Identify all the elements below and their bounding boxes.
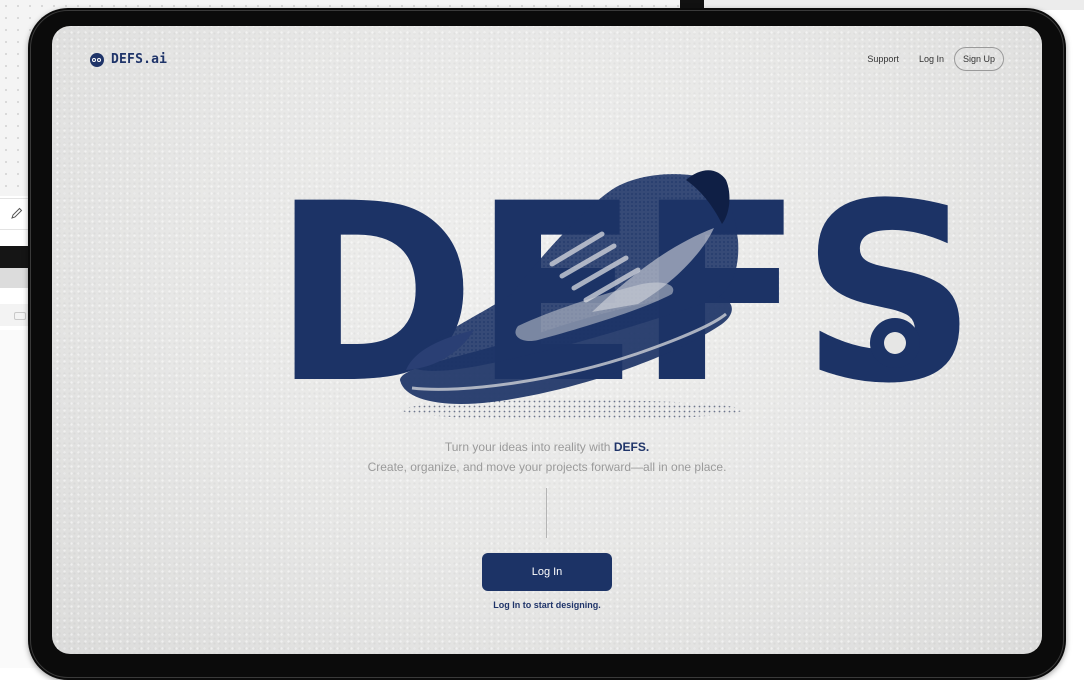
hero-wordmark-dot (870, 318, 920, 368)
brand-logo[interactable]: DEFS.ai (90, 52, 167, 67)
background-dark-tab (680, 0, 704, 8)
hero-subline: Create, organize, and move your projects… (367, 460, 727, 474)
vertical-divider (546, 488, 547, 538)
nav-login-link[interactable]: Log In (919, 54, 944, 64)
landing-page-screen: DEFS.ai Support Log In Sign Up DEFS (52, 26, 1042, 654)
logo-icon (90, 52, 104, 67)
hero-tagline: Turn your ideas into reality with DEFS. (52, 440, 1042, 454)
tagline-brand: DEFS. (613, 440, 650, 454)
nav-support-link[interactable]: Support (867, 54, 899, 64)
top-nav: Support Log In Sign Up (867, 47, 1004, 71)
tagline-text: Turn your ideas into reality with (444, 440, 614, 454)
login-button[interactable]: Log In (482, 553, 612, 591)
link-icon (14, 312, 26, 320)
nav-signup-button[interactable]: Sign Up (953, 47, 1004, 71)
sneaker-illustration (400, 170, 742, 420)
brand-name: DEFS.ai (111, 52, 168, 67)
login-hint: Log In to start designing. (493, 600, 601, 610)
pencil-icon[interactable] (10, 206, 24, 220)
